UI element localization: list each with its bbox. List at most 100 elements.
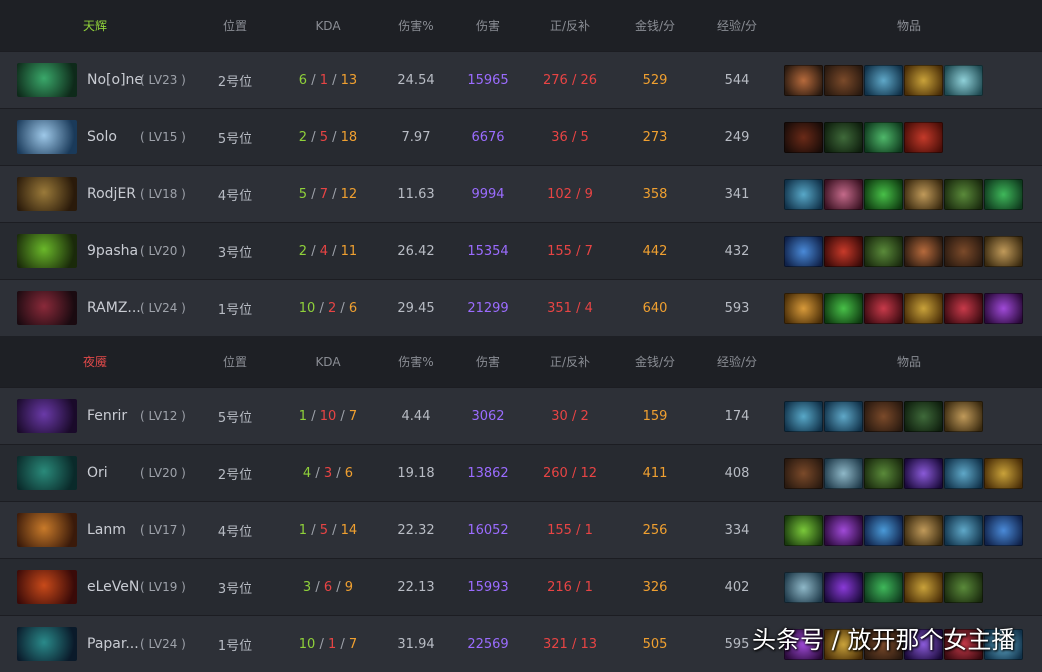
player-name[interactable]: Solo — [87, 109, 117, 165]
kills: 10 — [298, 636, 316, 652]
player-cell: Ori ( LV20 ) — [0, 445, 190, 501]
kills: 10 — [298, 300, 316, 316]
player-row[interactable]: eLeVeN ( LV19 ) 3号位 3 / 6 / 9 22.13 1599… — [0, 558, 1042, 615]
item-icon[interactable] — [864, 400, 903, 432]
item-icon[interactable] — [904, 64, 943, 96]
item-icon[interactable] — [864, 514, 903, 546]
player-name[interactable]: eLeVeN — [87, 559, 139, 615]
player-name[interactable]: RAMZ... — [87, 280, 141, 336]
player-name[interactable]: RodjER — [87, 166, 136, 222]
item-icon[interactable] — [944, 457, 983, 489]
player-name[interactable]: Ori — [87, 445, 108, 501]
item-icon[interactable] — [944, 514, 983, 546]
hero-portrait[interactable] — [17, 234, 77, 268]
kills: 4 — [302, 465, 312, 481]
player-name[interactable]: No[o]ne — [87, 52, 143, 108]
hero-portrait[interactable] — [17, 399, 77, 433]
item-icon[interactable] — [984, 457, 1023, 489]
player-xpm: 174 — [724, 408, 750, 424]
player-row[interactable]: RodjER ( LV18 ) 4号位 5 / 7 / 12 11.63 999… — [0, 165, 1042, 222]
assists: 9 — [344, 579, 354, 595]
item-icon[interactable] — [824, 235, 863, 267]
player-name[interactable]: Lanm — [87, 502, 126, 558]
deaths: 10 — [319, 408, 337, 424]
item-icon[interactable] — [944, 400, 983, 432]
hero-portrait[interactable] — [17, 570, 77, 604]
item-icon[interactable] — [944, 235, 983, 267]
player-damage: 3062 — [471, 408, 505, 424]
item-icon[interactable] — [904, 235, 943, 267]
hero-portrait[interactable] — [17, 291, 77, 325]
player-gpm: 529 — [642, 72, 668, 88]
item-icon[interactable] — [864, 121, 903, 153]
item-icon[interactable] — [864, 178, 903, 210]
hero-portrait[interactable] — [17, 120, 77, 154]
player-row[interactable]: 9pasha ( LV20 ) 3号位 2 / 4 / 11 26.42 153… — [0, 222, 1042, 279]
item-icon[interactable] — [784, 292, 823, 324]
hero-portrait[interactable] — [17, 177, 77, 211]
col-damage-pct-header: 伤害% — [398, 355, 434, 369]
item-icon[interactable] — [784, 571, 823, 603]
item-icon[interactable] — [824, 457, 863, 489]
item-icon[interactable] — [784, 514, 823, 546]
item-icon[interactable] — [904, 292, 943, 324]
item-icon[interactable] — [984, 235, 1023, 267]
item-icon[interactable] — [904, 400, 943, 432]
item-icon[interactable] — [864, 235, 903, 267]
item-icon[interactable] — [784, 121, 823, 153]
item-icon[interactable] — [864, 457, 903, 489]
item-icon[interactable] — [784, 457, 823, 489]
item-icon[interactable] — [904, 514, 943, 546]
item-icon[interactable] — [944, 292, 983, 324]
item-icon[interactable] — [824, 178, 863, 210]
item-icon[interactable] — [904, 178, 943, 210]
item-icon[interactable] — [824, 400, 863, 432]
item-icon[interactable] — [784, 64, 823, 96]
item-icon[interactable] — [864, 571, 903, 603]
hero-portrait[interactable] — [17, 627, 77, 661]
item-icon[interactable] — [824, 292, 863, 324]
assists: 11 — [340, 243, 358, 259]
deaths: 4 — [319, 243, 328, 259]
player-row[interactable]: Ori ( LV20 ) 2号位 4 / 3 / 6 19.18 13862 2… — [0, 444, 1042, 501]
item-icon[interactable] — [984, 514, 1023, 546]
item-icon[interactable] — [784, 400, 823, 432]
player-kda: 3 / 6 / 9 — [302, 579, 354, 595]
player-position: 1号位 — [217, 302, 253, 318]
player-level: ( LV20 ) — [140, 466, 186, 480]
player-damage-pct: 22.13 — [397, 579, 435, 595]
item-icon[interactable] — [984, 178, 1023, 210]
player-xpm: 593 — [724, 300, 750, 316]
hero-portrait[interactable] — [17, 513, 77, 547]
item-icon[interactable] — [784, 178, 823, 210]
item-icon[interactable] — [864, 292, 903, 324]
player-name[interactable]: Fenrir — [87, 388, 127, 444]
player-name[interactable]: Papar... — [87, 616, 139, 672]
item-icon[interactable] — [824, 514, 863, 546]
item-icon[interactable] — [904, 571, 943, 603]
player-name[interactable]: 9pasha — [87, 223, 138, 279]
item-icon[interactable] — [824, 121, 863, 153]
player-row[interactable]: Lanm ( LV17 ) 4号位 1 / 5 / 14 22.32 16052… — [0, 501, 1042, 558]
player-row[interactable]: No[o]ne ( LV23 ) 2号位 6 / 1 / 13 24.54 15… — [0, 51, 1042, 108]
player-row[interactable]: RAMZ... ( LV24 ) 1号位 10 / 2 / 6 29.45 21… — [0, 279, 1042, 336]
item-icon[interactable] — [944, 178, 983, 210]
item-icon[interactable] — [784, 235, 823, 267]
item-icon[interactable] — [904, 457, 943, 489]
player-lasthits: 351 / 4 — [547, 300, 593, 316]
item-icon[interactable] — [944, 571, 983, 603]
item-icon[interactable] — [984, 292, 1023, 324]
hero-portrait[interactable] — [17, 63, 77, 97]
item-icon[interactable] — [944, 64, 983, 96]
deaths: 1 — [327, 636, 337, 652]
player-cell: Solo ( LV15 ) — [0, 109, 190, 165]
col-xpm-header: 经验/分 — [716, 19, 758, 33]
item-icon[interactable] — [824, 571, 863, 603]
item-icon[interactable] — [864, 64, 903, 96]
item-icon[interactable] — [904, 121, 943, 153]
hero-portrait[interactable] — [17, 456, 77, 490]
player-gpm: 442 — [642, 243, 668, 259]
player-row[interactable]: Fenrir ( LV12 ) 5号位 1 / 10 / 7 4.44 3062… — [0, 387, 1042, 444]
item-icon[interactable] — [824, 64, 863, 96]
player-row[interactable]: Solo ( LV15 ) 5号位 2 / 5 / 18 7.97 6676 3… — [0, 108, 1042, 165]
